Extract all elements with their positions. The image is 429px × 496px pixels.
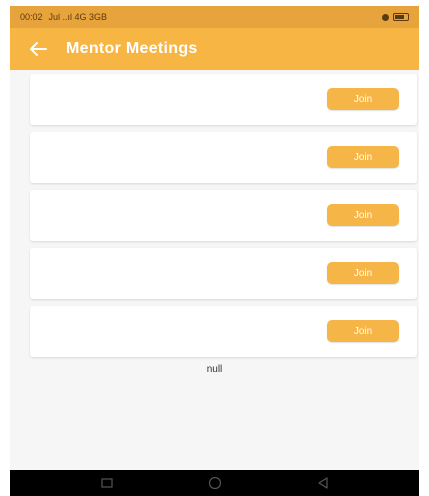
- status-bar: 00:02 Jul ..ıl 4G 3GB: [10, 6, 419, 28]
- meeting-card: Join: [30, 190, 417, 241]
- battery-icon: [393, 13, 409, 21]
- meeting-card: Join: [30, 306, 417, 357]
- page-title: Mentor Meetings: [66, 40, 198, 57]
- alarm-icon: [382, 13, 389, 21]
- home-icon[interactable]: [201, 470, 229, 496]
- meeting-list: Join Join Join Join Join: [30, 74, 417, 364]
- meeting-card: Join: [30, 132, 417, 183]
- join-button[interactable]: Join: [327, 146, 399, 168]
- join-button[interactable]: Join: [327, 204, 399, 226]
- recents-icon[interactable]: [93, 470, 121, 496]
- app-screen: 00:02 Jul ..ıl 4G 3GB Mentor Meetings Jo…: [10, 6, 419, 496]
- join-button[interactable]: Join: [327, 320, 399, 342]
- signal-indicators: Jul ..ıl 4G 3GB: [48, 12, 108, 22]
- join-button[interactable]: Join: [327, 262, 399, 284]
- arrow-left-icon[interactable]: [18, 28, 58, 70]
- back-icon[interactable]: [309, 470, 337, 496]
- system-nav-bar: [10, 470, 419, 496]
- app-bar: Mentor Meetings: [10, 28, 419, 70]
- join-button[interactable]: Join: [327, 88, 399, 110]
- meeting-card: Join: [30, 248, 417, 299]
- meeting-card: Join: [30, 74, 417, 125]
- status-time: 00:02: [20, 12, 43, 22]
- empty-text: null: [206, 364, 223, 375]
